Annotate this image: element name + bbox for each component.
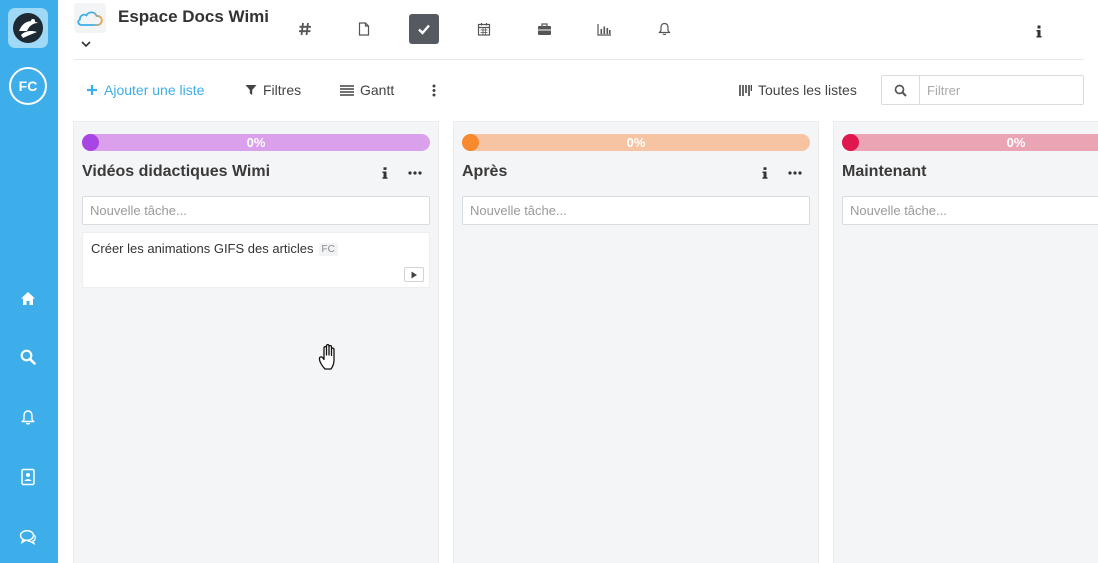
info-icon[interactable] (1030, 22, 1048, 40)
user-avatar[interactable]: FC (9, 67, 47, 105)
play-icon[interactable] (404, 267, 424, 282)
progress-label: 0% (246, 135, 266, 150)
gantt-label: Gantt (360, 82, 395, 98)
app: FC Espace Docs Wimi Ajouter une liste Fi… (0, 0, 1098, 563)
task-list: 0% Maintenant (833, 121, 1098, 563)
search-icon[interactable] (882, 76, 920, 104)
task-card[interactable]: Créer les animations GIFS des articles FC (82, 232, 430, 288)
briefcase-icon (537, 22, 551, 35)
new-task-input[interactable] (842, 196, 1098, 225)
vertical-dots-icon (432, 84, 436, 96)
list-more-icon[interactable] (786, 165, 804, 181)
list-title[interactable]: Vidéos didactiques Wimi (82, 163, 270, 181)
list-info-icon[interactable] (758, 165, 772, 181)
task-title: Créer les animations GIFS des articles (91, 241, 314, 256)
list-info-icon[interactable] (378, 165, 392, 181)
plus-icon (87, 85, 97, 95)
tab-stats[interactable] (589, 14, 619, 44)
chart-icon (596, 23, 611, 36)
progress-bar: 0% (82, 134, 430, 151)
new-task-input[interactable] (82, 196, 430, 225)
check-icon (418, 24, 430, 35)
filters-label: Filtres (263, 82, 302, 98)
progress-bar: 0% (842, 134, 1098, 151)
chat-icon[interactable] (17, 526, 39, 548)
add-list-label: Ajouter une liste (104, 82, 205, 98)
app-logo[interactable] (8, 8, 48, 48)
sidebar: FC (0, 0, 58, 563)
columns-icon (739, 84, 752, 96)
add-list-button[interactable]: Ajouter une liste (86, 82, 204, 98)
list-title[interactable]: Maintenant (842, 163, 926, 181)
filter-icon (245, 85, 257, 95)
search-icon[interactable] (17, 346, 39, 368)
grab-cursor-icon (316, 342, 344, 372)
tab-hash[interactable] (290, 14, 320, 44)
hash-icon (299, 22, 311, 36)
file-icon (358, 22, 370, 36)
all-lists-button[interactable]: Toutes les listes (739, 82, 857, 98)
new-task-input[interactable] (462, 196, 810, 225)
bell-icon[interactable] (17, 406, 39, 428)
task-list: 0% Vidéos didactiques Wimi Créer les ani… (73, 121, 439, 563)
progress-label: 0% (626, 135, 646, 150)
more-options-button[interactable] (432, 82, 436, 98)
gantt-button[interactable]: Gantt (340, 82, 394, 98)
filter-search (881, 75, 1084, 105)
progress-label: 0% (1006, 135, 1026, 150)
tab-tasks[interactable] (409, 14, 439, 44)
tab-files[interactable] (349, 14, 379, 44)
calendar-icon (477, 23, 491, 36)
filters-button[interactable]: Filtres (245, 82, 301, 98)
space-title: Espace Docs Wimi (118, 7, 270, 26)
space-logo[interactable] (74, 3, 106, 33)
all-lists-label: Toutes les listes (758, 82, 857, 98)
cloud-icon (77, 11, 103, 26)
header-divider (74, 59, 1084, 60)
bell-icon (657, 22, 671, 36)
contacts-icon[interactable] (17, 466, 39, 488)
list-more-icon[interactable] (406, 165, 424, 181)
filter-input[interactable] (921, 76, 1081, 104)
list-title[interactable]: Après (462, 163, 507, 181)
wimi-logo-icon (13, 13, 43, 43)
home-icon[interactable] (17, 287, 39, 309)
progress-bar: 0% (462, 134, 810, 151)
chevron-down-icon[interactable] (79, 37, 93, 51)
tab-notifications[interactable] (649, 14, 679, 44)
tab-projects[interactable] (529, 14, 559, 44)
task-title-row: Créer les animations GIFS des articles FC (91, 241, 338, 257)
task-list: 0% Après (453, 121, 819, 563)
tab-calendar[interactable] (469, 14, 499, 44)
gantt-icon (340, 84, 354, 96)
assignee-badge: FC (318, 243, 338, 257)
